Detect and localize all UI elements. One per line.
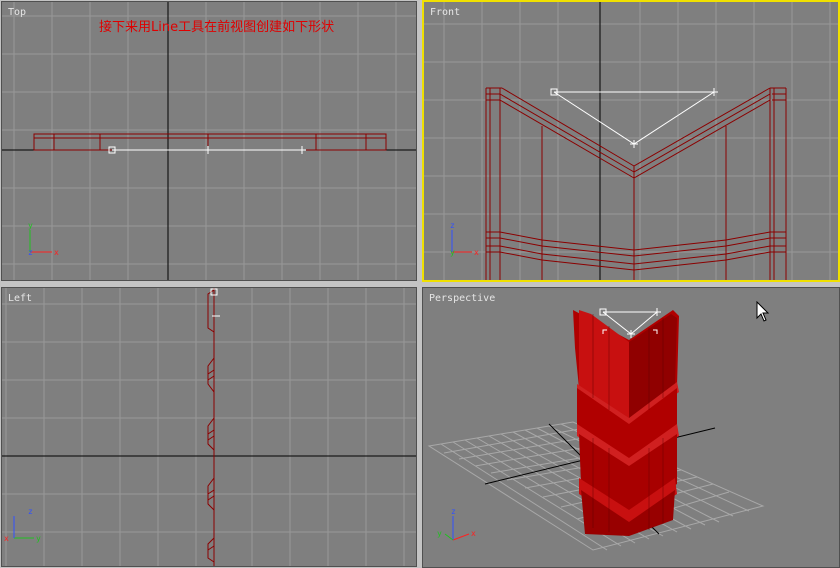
model-wireframe-front: [485, 87, 787, 280]
axis-tripod-left: y z x: [4, 507, 41, 543]
viewport-label-front[interactable]: Front: [430, 7, 460, 18]
axis-label-x: x: [54, 248, 59, 257]
grid: [2, 2, 416, 280]
axis-label-x: x: [4, 534, 9, 543]
axis-label-z: z: [28, 248, 33, 257]
model-shaded-perspective: [573, 310, 679, 536]
axis-label-y: y: [36, 534, 41, 543]
axis-label-x: x: [471, 529, 476, 538]
spline-left: [210, 288, 220, 317]
world-axes: [2, 2, 416, 280]
viewport-perspective[interactable]: Perspective x z y: [422, 287, 840, 568]
axis-label-z: z: [451, 507, 456, 516]
top-view-canvas[interactable]: x y z: [2, 2, 417, 281]
instruction-text: 接下来用Line工具在前视图创建如下形状: [99, 20, 335, 35]
axis-tripod-front: x z y: [450, 221, 479, 257]
grid: [2, 288, 416, 566]
viewport-top[interactable]: Top 接下来用Line工具在前视图创建如下形状 x y z: [1, 1, 417, 281]
axis-label-z: z: [450, 221, 455, 230]
model-wireframe-left: [207, 288, 215, 566]
viewport-front[interactable]: Front x z y: [422, 0, 840, 282]
viewport-label-perspective[interactable]: Perspective: [429, 293, 495, 304]
axis-label-y: y: [28, 221, 33, 230]
left-view-canvas[interactable]: y z x: [2, 288, 417, 567]
spline-front: [550, 88, 718, 148]
axis-label-x: x: [474, 248, 479, 257]
axis-tripod-perspective: x z y: [437, 507, 476, 541]
perspective-view-canvas[interactable]: x z y: [423, 288, 839, 567]
viewport-label-left[interactable]: Left: [8, 293, 32, 304]
model-wireframe-top: [33, 133, 387, 151]
axis-label-z: z: [28, 507, 33, 516]
front-view-canvas[interactable]: x z y: [424, 2, 838, 280]
viewport-label-top[interactable]: Top: [8, 7, 26, 18]
axis-label-y: y: [437, 529, 442, 538]
arrow-cursor-icon: [756, 301, 770, 322]
spline-top: [108, 146, 306, 154]
axis-label-y: y: [450, 248, 455, 257]
viewport-left[interactable]: Left y z x: [1, 287, 417, 567]
